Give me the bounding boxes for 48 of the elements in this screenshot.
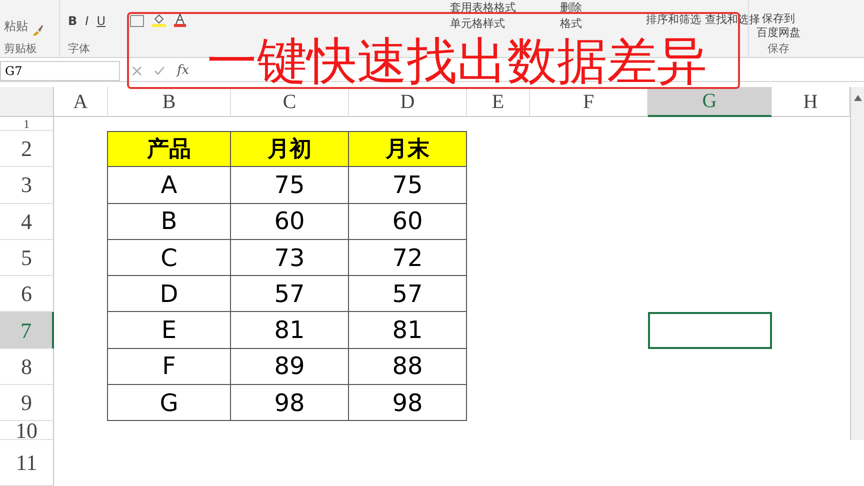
ribbon-button[interactable]: 套用表格格式 [450,1,560,15]
group-label: 剪贴板 [4,40,37,56]
scroll-up-icon[interactable] [854,95,862,101]
row-header[interactable]: 5 [0,240,54,276]
borders-icon[interactable] [130,14,144,27]
paste-button[interactable]: 粘贴 [4,5,28,36]
table-header-cell: 月初 [230,131,349,168]
row-header[interactable]: 10 [0,421,54,440]
row-header[interactable]: 4 [0,204,54,240]
ribbon-button[interactable]: 删除 [560,1,618,15]
column-header[interactable]: A [54,87,108,117]
selected-cell[interactable] [648,312,772,349]
table-cell: 98 [348,384,467,422]
column-header[interactable]: D [349,87,467,117]
row-header[interactable]: 6 [0,276,54,312]
column-header[interactable]: E [467,87,530,117]
cancel-icon[interactable] [132,66,142,76]
name-box[interactable]: G7 [0,60,120,80]
column-header[interactable]: F [530,87,648,117]
row-header[interactable]: 1 [0,117,54,131]
column-header[interactable]: H [772,87,850,117]
ribbon-button[interactable]: 单元格样式 [450,17,560,31]
column-header[interactable]: G [648,87,772,117]
underline-button[interactable]: U [96,12,106,30]
row-header[interactable]: 9 [0,385,54,422]
group-label: 保存 [768,41,790,57]
row-header[interactable]: 2 [0,131,54,168]
italic-button[interactable]: I [85,12,89,30]
table-header-cell: 月末 [348,131,467,168]
table-header-cell: 产品 [107,131,231,168]
ribbon-button[interactable]: 格式 [560,17,618,31]
row-header[interactable]: 11 [0,440,54,486]
check-icon[interactable] [154,66,165,75]
function-button[interactable]: fx [177,60,190,80]
column-header[interactable]: C [231,87,349,117]
bold-button[interactable]: B [68,12,78,30]
row-header[interactable]: 3 [0,167,54,204]
ribbon-button[interactable]: 排序和筛选 [646,12,701,28]
row-header[interactable]: 8 [0,348,54,386]
font-color-icon[interactable] [174,14,186,28]
column-header[interactable]: B [108,87,231,117]
vertical-scrollbar[interactable] [850,117,864,440]
row-header[interactable]: 7 [0,312,54,349]
brush-icon[interactable] [32,24,44,36]
table-cell: G [107,384,231,422]
fill-color-icon[interactable] [152,14,166,28]
video-caption: 一键快速找出数据差异 [207,36,707,86]
group-label: 字体 [68,40,91,56]
